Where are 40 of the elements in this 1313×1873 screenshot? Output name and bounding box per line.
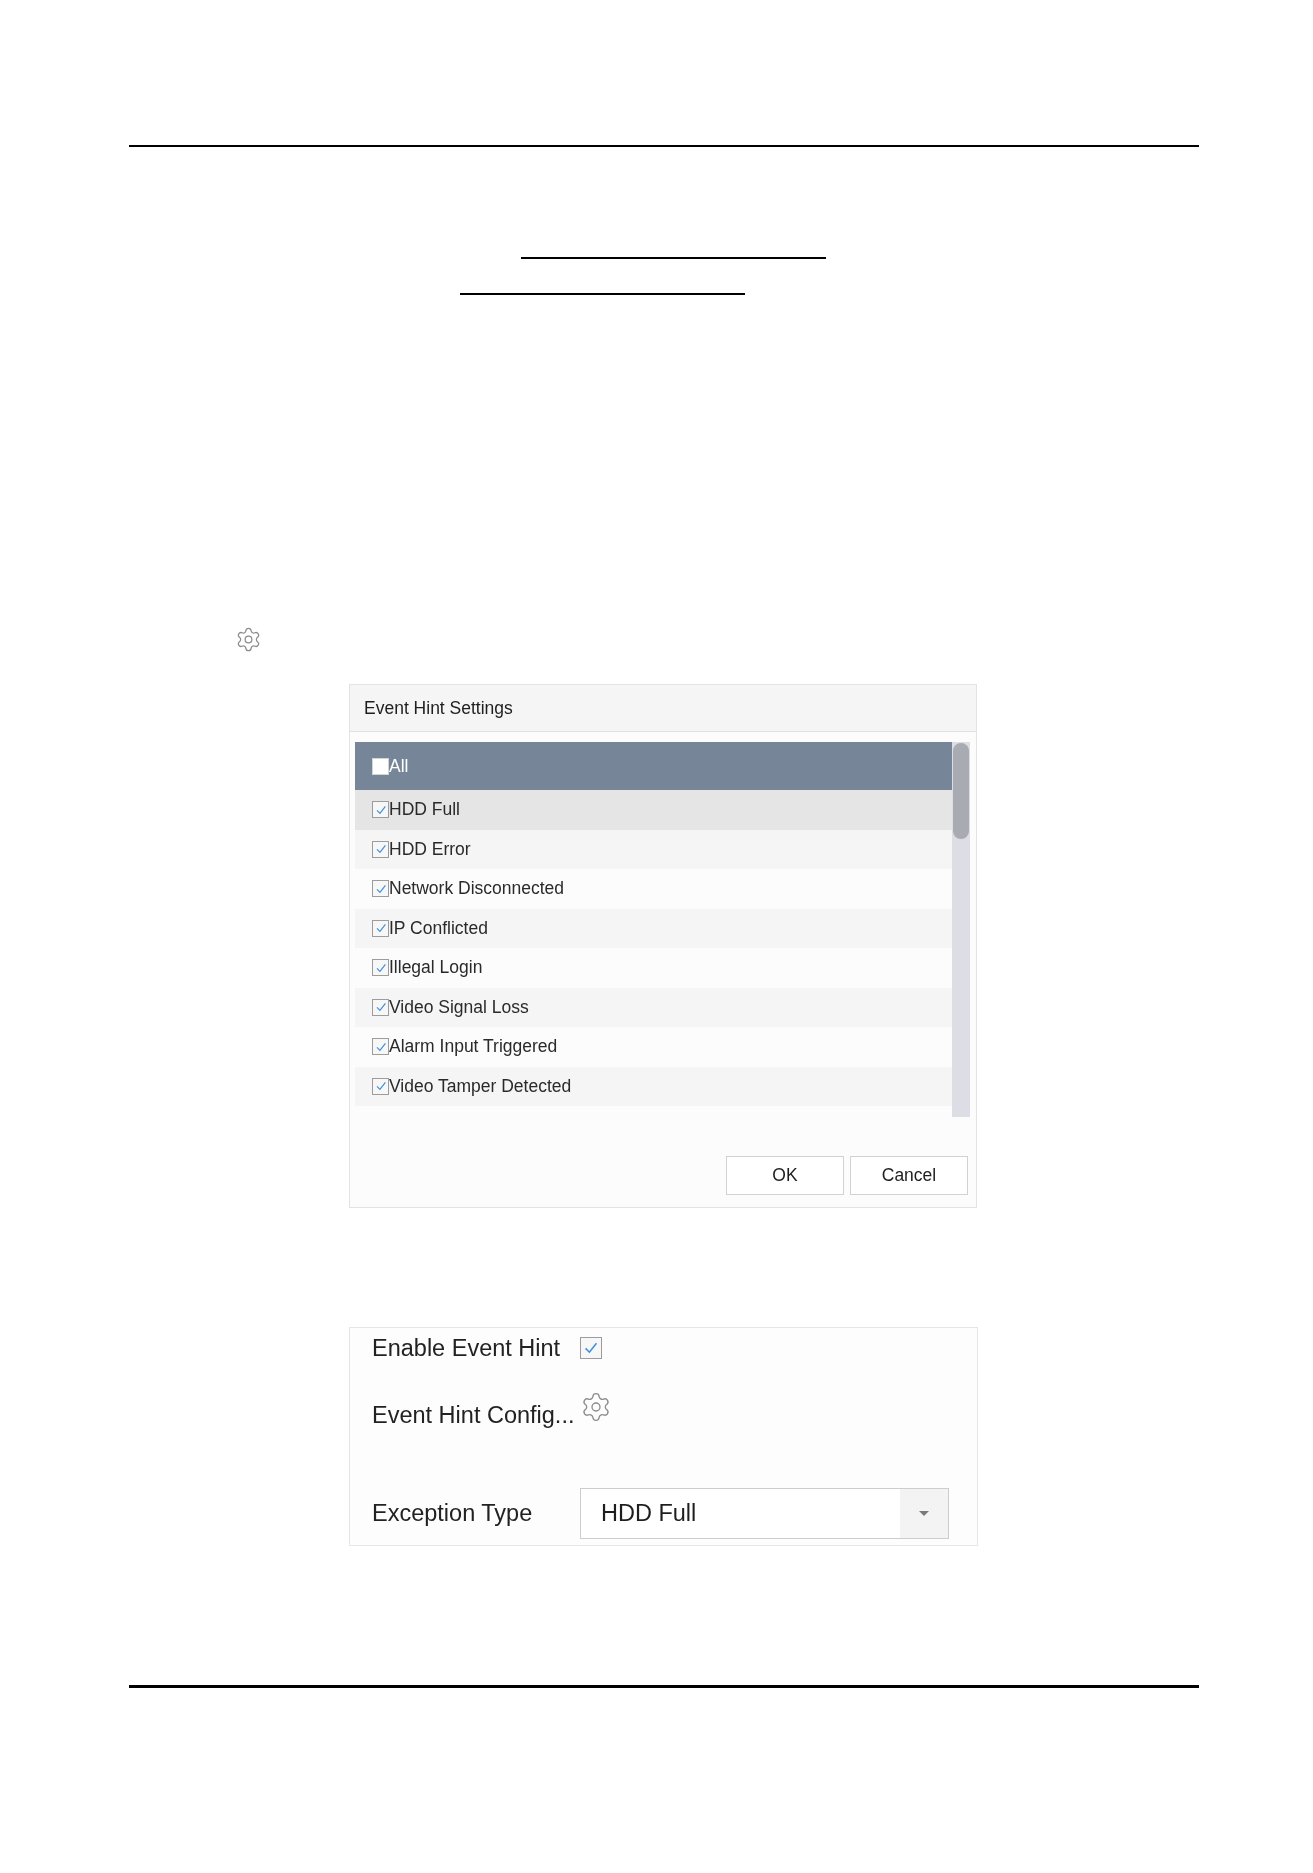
ok-button[interactable]: OK [726, 1156, 844, 1195]
event-label: HDD Error [389, 838, 471, 860]
checkbox[interactable] [372, 840, 389, 858]
checkbox[interactable] [372, 998, 389, 1016]
dialog-title: Event Hint Settings [364, 697, 513, 719]
event-label: Alarm Input Triggered [389, 1036, 558, 1058]
field-label: Exception Type [372, 1500, 534, 1527]
scrollbar-thumb[interactable] [953, 743, 969, 839]
cancel-button[interactable]: Cancel [850, 1156, 968, 1195]
checkbox[interactable] [372, 1077, 389, 1095]
checkbox[interactable] [372, 919, 389, 937]
checkbox[interactable] [372, 1038, 389, 1056]
checkbox[interactable] [372, 959, 389, 977]
event-label: Illegal Login [389, 957, 483, 979]
tick-icon [374, 843, 387, 856]
list-row[interactable]: IP Conflicted [355, 908, 952, 948]
list-row[interactable]: Video Signal Loss [355, 987, 952, 1027]
tick-icon [374, 1080, 387, 1093]
field-label: Event Hint Config... [372, 1402, 576, 1429]
checkbox[interactable] [372, 801, 389, 819]
checkbox[interactable] [372, 880, 389, 898]
checkbox[interactable] [580, 1337, 602, 1359]
event-label: Video Tamper Detected [389, 1075, 572, 1097]
event-label: Video Signal Loss [389, 996, 529, 1018]
settings-icon[interactable] [580, 1391, 612, 1423]
list-row[interactable]: HDD Full [355, 790, 952, 830]
list-row[interactable]: Video Tamper Detected [355, 1066, 952, 1106]
tick-icon [374, 922, 387, 935]
tick-icon [374, 1001, 387, 1014]
event-label: IP Conflicted [389, 917, 488, 939]
list-row[interactable]: HDD Error [355, 829, 952, 869]
settings-icon[interactable] [235, 626, 262, 653]
event-label: HDD Full [389, 799, 460, 821]
tick-icon [583, 1340, 599, 1356]
field-label: Enable Event Hint [372, 1334, 562, 1362]
select-all-label: All [389, 755, 409, 777]
exception-type-dropdown[interactable]: HDD Full [580, 1488, 949, 1539]
scrollbar[interactable] [952, 742, 970, 1117]
event-label: Network Disconnected [389, 878, 565, 900]
checkbox[interactable] [372, 757, 389, 775]
